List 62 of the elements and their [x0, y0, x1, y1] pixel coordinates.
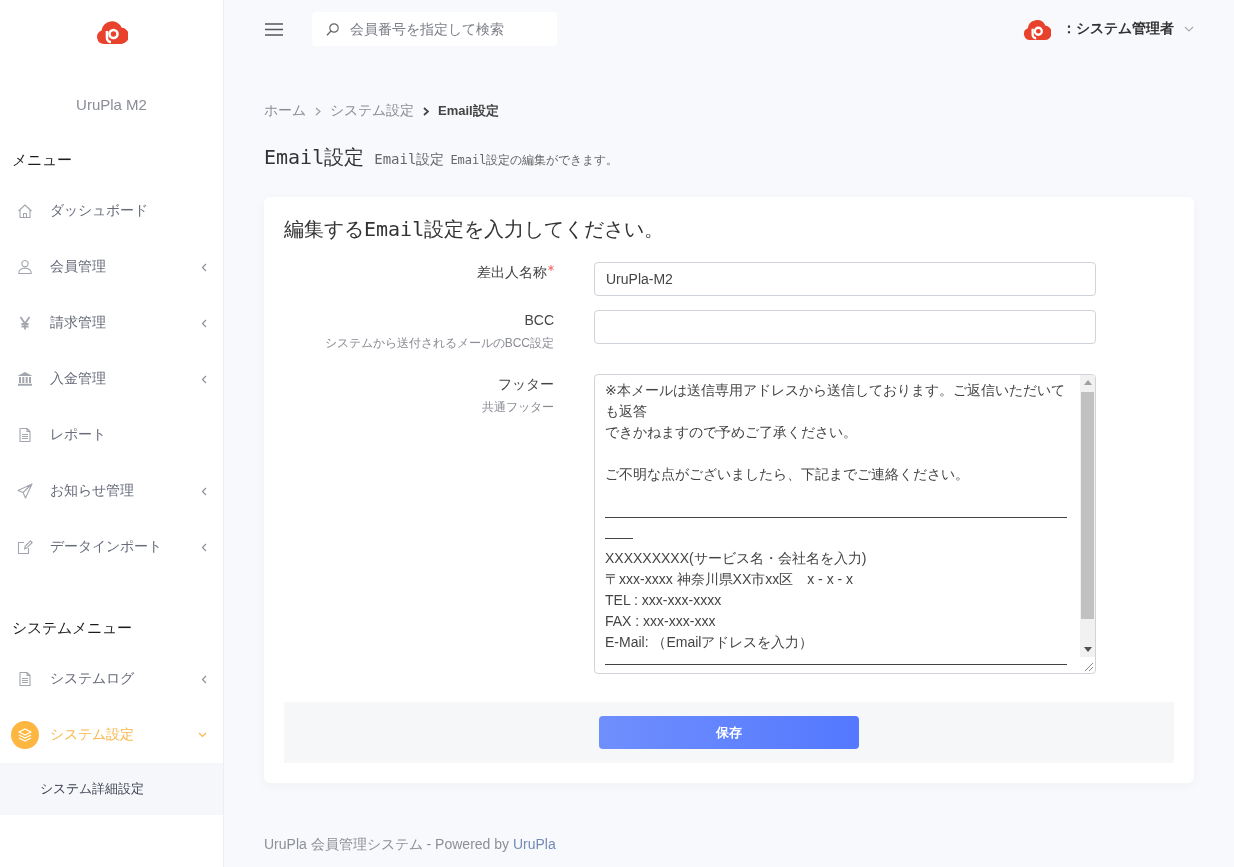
- textarea-text-line: ご不明な点がございましたら、下記までご連絡ください。: [605, 465, 969, 484]
- field-label: BCC: [524, 311, 554, 330]
- user-icon: [17, 259, 33, 275]
- yen-icon: [17, 315, 33, 331]
- scrollbar-thumb[interactable]: [1081, 392, 1094, 619]
- search-field[interactable]: 会員番号を指定して検索: [312, 12, 557, 46]
- submenu-item[interactable]: システム詳細設定: [0, 763, 223, 815]
- sidebar-item[interactable]: ダッシュボード: [0, 183, 223, 239]
- sidebar-item[interactable]: 請求管理: [0, 295, 223, 351]
- footer-text: UruPla 会員管理システム - Powered by UruPla: [264, 835, 557, 854]
- sidebar-item[interactable]: お知らせ管理: [0, 463, 223, 519]
- menu-icon[interactable]: [265, 22, 283, 36]
- text-input-field[interactable]: [594, 310, 1096, 344]
- textarea-text-line: TEL : xxx-xxx-xxxx: [605, 591, 722, 610]
- footer-link[interactable]: UruPla: [512, 836, 556, 852]
- textarea-text-line: XXXXXXXXX(サービス名・会社名を入力): [605, 549, 867, 568]
- bank-icon: [17, 371, 33, 387]
- document-icon: [17, 671, 33, 687]
- textarea-text-line: FAX : xxx-xxx-xxx: [605, 612, 716, 631]
- textarea-text-line: ※本メールは送信専用アドレスから送信しております。ご返信いただいても返答: [605, 381, 1066, 421]
- app-name: UruPla M2: [75, 95, 148, 115]
- textarea-text-line: ―――――――――――――――――――――――――――――――――: [605, 654, 1067, 673]
- user-name[interactable]: ：システム管理者: [1062, 20, 1174, 38]
- breadcrumb-chevron-icon: [423, 106, 429, 116]
- resize-grip-icon[interactable]: [1084, 662, 1093, 671]
- field-hint: 共通フッター: [482, 399, 554, 416]
- sidebar-item[interactable]: データインポート: [0, 519, 223, 575]
- field-label: 差出人名称: [477, 263, 547, 282]
- page-title: Email設定: [264, 145, 365, 169]
- sidebar-item[interactable]: 会員管理: [0, 239, 223, 295]
- cloud-logo-icon[interactable]: [95, 19, 128, 45]
- layers-icon: [11, 721, 39, 749]
- textarea-text-line: 〒xxx-xxxx 神奈川県XX市xx区 x - x - x: [605, 570, 854, 589]
- cloud-logo-icon: [1023, 17, 1051, 41]
- textarea-text-line: ―――――――――――――――――――――――――――――――――――: [605, 507, 1068, 547]
- sidebar-item[interactable]: レポート: [0, 407, 223, 463]
- save-button[interactable]: 保存: [599, 716, 859, 749]
- breadcrumb-link[interactable]: システム設定: [330, 102, 414, 120]
- field-label: フッター: [498, 375, 554, 394]
- field-hint: システムから送付されるメールのBCC設定: [324, 335, 554, 352]
- menu-heading: システムメニュー: [11, 618, 133, 638]
- form-heading: 編集するEmail設定を入力してください。: [284, 216, 666, 243]
- edit-icon: [17, 539, 33, 555]
- sidebar-item[interactable]: 入金管理: [0, 351, 223, 407]
- textarea-text-line: E-Mail: （Emailアドレスを入力）: [605, 633, 814, 652]
- scroll-up-icon[interactable]: [1084, 380, 1092, 385]
- page-subtitle: Email設定: [374, 151, 445, 169]
- caret-icon[interactable]: [1184, 26, 1194, 32]
- textarea-field[interactable]: [594, 374, 1096, 674]
- search-icon: [326, 23, 339, 36]
- breadcrumb-link[interactable]: ホーム: [264, 102, 306, 120]
- breadcrumb-current: Email設定: [438, 102, 499, 120]
- document-icon: [17, 427, 33, 443]
- text-input-field[interactable]: UruPla-M2: [594, 262, 1096, 296]
- paper-plane-icon: [17, 483, 33, 499]
- home-icon: [17, 203, 33, 219]
- scroll-down-icon[interactable]: [1084, 647, 1092, 652]
- sidebar-item[interactable]: システムログ: [0, 651, 223, 707]
- menu-heading: メニュー: [11, 150, 73, 170]
- breadcrumb-chevron-icon: [315, 106, 321, 116]
- page-description: Email設定の編集ができます。: [450, 152, 619, 169]
- textarea-text-line: できかねますので予めご了承ください。: [605, 423, 857, 442]
